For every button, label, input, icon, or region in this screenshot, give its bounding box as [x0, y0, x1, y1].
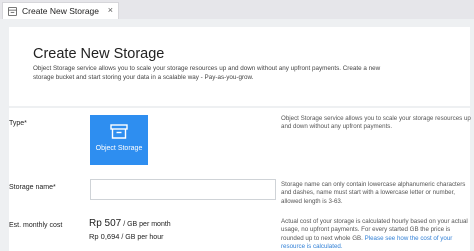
storage-name-label: Storage name*	[9, 184, 56, 191]
storage-name-help: Storage name can only contain lowercase …	[281, 181, 466, 205]
page-title: Create New Storage	[33, 46, 165, 62]
storage-icon	[8, 6, 17, 16]
object-storage-option[interactable]: Object Storage	[90, 115, 148, 165]
monthly-cost-amount: Rp 507	[89, 218, 122, 229]
cost-help: Actual cost of your storage is calculate…	[281, 218, 471, 251]
cost-label: Est. monthly cost	[9, 222, 63, 229]
tab-create-new-storage[interactable]: Create New Storage ×	[2, 2, 119, 19]
hourly-cost-amount: Rp 0,694	[89, 232, 120, 241]
object-storage-label: Object Storage	[95, 145, 143, 152]
monthly-cost: Rp 507 / GB per month	[89, 218, 171, 229]
hourly-cost: Rp 0,694 / GB per hour	[89, 232, 163, 241]
page-header: Create New Storage Object Storage servic…	[9, 27, 470, 106]
hourly-cost-unit: / GB per hour	[121, 234, 164, 241]
storage-name-input[interactable]	[90, 179, 276, 200]
close-icon[interactable]: ×	[108, 5, 113, 15]
tab-title: Create New Storage	[22, 6, 100, 16]
page-description: Object Storage service allows you to sca…	[33, 65, 381, 81]
tab-bar: Create New Storage ×	[0, 0, 474, 19]
type-help: Object Storage service allows you to sca…	[281, 115, 471, 131]
monthly-cost-unit: / GB per month	[123, 221, 171, 228]
type-label: Type*	[9, 120, 27, 127]
storage-box-icon	[110, 124, 128, 139]
storage-form: Type* Object Storage Object Storage serv…	[9, 108, 471, 251]
